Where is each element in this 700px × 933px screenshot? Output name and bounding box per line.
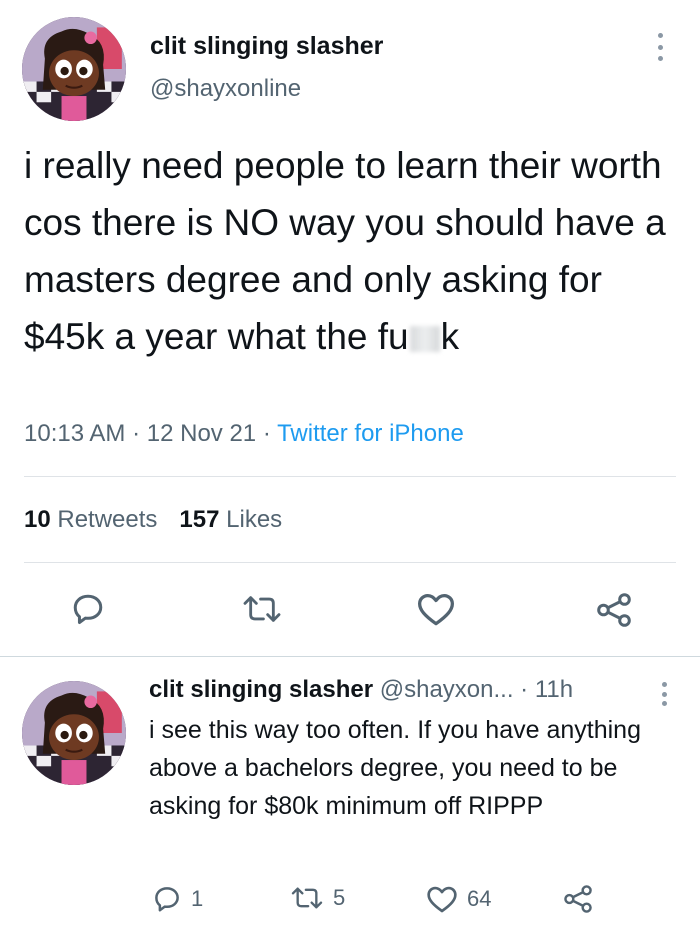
tweet-source-link[interactable]: Twitter for iPhone	[277, 420, 464, 447]
likes-stat[interactable]: 157 Likes	[179, 506, 282, 533]
share-icon[interactable]	[594, 592, 634, 628]
like-count: 64	[467, 886, 492, 911]
reply-handle[interactable]: @shayxon...	[380, 676, 514, 703]
reply-comment-action[interactable]: 1	[152, 884, 203, 914]
retweet-icon[interactable]	[242, 592, 282, 626]
tweet-text-main: i really need people to learn their wort…	[24, 145, 666, 357]
reply-header: clit slinging slasher @shayxon... · 11h	[149, 676, 573, 704]
heart-icon	[427, 886, 457, 913]
meta-separator: ·	[132, 420, 141, 447]
comment-bubble-icon	[155, 887, 179, 912]
reply-retweet-action[interactable]: 5	[290, 884, 345, 912]
main-display-name[interactable]: clit slinging slasher	[150, 32, 383, 61]
comment-bubble-icon[interactable]	[70, 591, 106, 627]
reply-like-action[interactable]: 64	[426, 884, 491, 914]
divider	[24, 562, 676, 563]
main-avatar[interactable]	[22, 17, 126, 121]
divider	[24, 476, 676, 477]
retweet-count: 5	[333, 885, 346, 910]
main-handle[interactable]: @shayxonline	[150, 75, 301, 103]
retweet-icon	[291, 887, 323, 909]
reply-count: 1	[191, 886, 204, 911]
tweet-date[interactable]: 12 Nov 21	[147, 420, 256, 447]
meta-separator: ·	[262, 420, 271, 447]
retweets-stat[interactable]: 10 Retweets	[24, 506, 157, 533]
more-dots-icon[interactable]	[650, 30, 670, 64]
tweet-time[interactable]: 10:13 AM	[24, 420, 125, 447]
reply-age[interactable]: 11h	[535, 676, 573, 703]
reply-separator: ·	[520, 676, 529, 703]
heart-icon[interactable]	[416, 591, 456, 627]
reply-text: i see this way too often. If you have an…	[149, 716, 641, 820]
thread-divider	[0, 656, 700, 657]
censor-blur	[409, 326, 440, 352]
tweet-text: i really need people to learn their wort…	[24, 137, 684, 365]
share-icon	[564, 885, 592, 913]
reply-avatar[interactable]	[22, 681, 126, 785]
reply-share-action[interactable]	[562, 884, 603, 914]
tweet-stats: 10 Retweets 157 Likes	[24, 506, 282, 534]
reply-display-name[interactable]: clit slinging slasher	[149, 676, 373, 703]
tweet-text-end: k	[440, 316, 460, 357]
tweet-meta: 10:13 AM · 12 Nov 21 · Twitter for iPhon…	[24, 420, 464, 448]
more-dots-icon[interactable]	[658, 680, 670, 708]
